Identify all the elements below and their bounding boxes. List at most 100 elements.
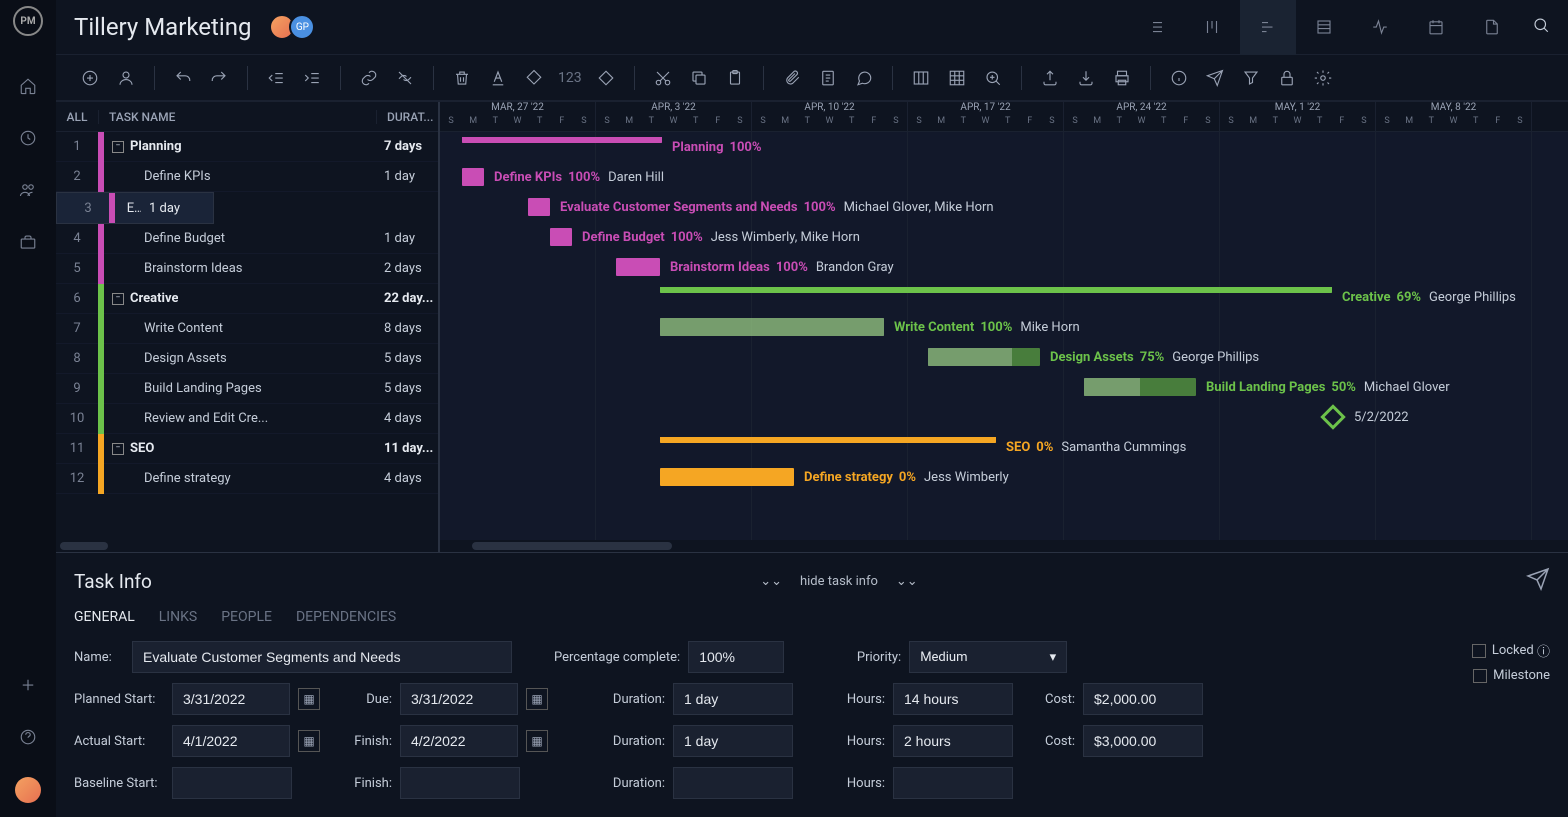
copy-icon[interactable] [683,62,715,94]
note-icon[interactable] [812,62,844,94]
send-icon[interactable] [1199,62,1231,94]
diamond-icon[interactable] [590,62,622,94]
zoom-icon[interactable] [977,62,1009,94]
text-color-icon[interactable] [482,62,514,94]
cost2-input[interactable] [1083,725,1203,757]
col-dur[interactable]: DURAT... [376,110,438,124]
help-icon[interactable] [16,725,40,749]
hours-input[interactable] [893,683,1013,715]
table-row[interactable]: 4Define Budget1 day [56,224,438,254]
priority-select[interactable]: Medium▾ [909,641,1067,673]
comment-icon[interactable] [848,62,880,94]
member-avatars[interactable]: GP [275,14,315,40]
table-row[interactable]: 9Build Landing Pages5 days [56,374,438,404]
user-avatar[interactable] [15,777,41,803]
trash-icon[interactable] [446,62,478,94]
info-icon[interactable] [1163,62,1195,94]
hours2-input[interactable] [893,725,1013,757]
gantt-bar[interactable] [462,168,484,186]
gantt-bar[interactable] [660,437,996,443]
view-list-icon[interactable] [1128,0,1184,55]
gantt-scrollbar[interactable] [440,540,1568,552]
gantt-bar[interactable] [528,198,550,216]
baseline-hours-input[interactable] [893,767,1013,799]
export-icon[interactable] [1034,62,1066,94]
table-row[interactable]: 2Define KPIs1 day [56,162,438,192]
table-row[interactable]: 8Design Assets5 days [56,344,438,374]
baseline-duration-input[interactable] [673,767,793,799]
table-row[interactable]: 11−SEO11 day... [56,434,438,464]
plus-icon[interactable] [16,673,40,697]
settings-icon[interactable] [1307,62,1339,94]
milestone-checkbox[interactable] [1473,669,1487,683]
table-row[interactable]: 7Write Content8 days [56,314,438,344]
table-row[interactable]: 10Review and Edit Cre...4 days [56,404,438,434]
table-row[interactable]: 1−Planning7 days [56,132,438,162]
gantt-bar[interactable] [928,348,1040,366]
gantt-bar[interactable] [462,137,662,143]
cost-input[interactable] [1083,683,1203,715]
indent-icon[interactable] [296,62,328,94]
tab-dependencies[interactable]: DEPENDENCIES [296,609,396,625]
list-scrollbar[interactable] [56,540,438,552]
people-icon[interactable] [16,178,40,202]
attach-icon[interactable] [776,62,808,94]
baseline-start-input[interactable] [172,767,292,799]
gantt-bar[interactable] [550,228,572,246]
link-icon[interactable] [353,62,385,94]
duration2-input[interactable] [673,725,793,757]
lock-icon[interactable] [1271,62,1303,94]
outdent-icon[interactable] [260,62,292,94]
calendar-icon[interactable]: ▦ [526,688,548,710]
app-logo[interactable]: PM [13,6,43,36]
baseline-finish-input[interactable] [400,767,520,799]
calendar-icon[interactable]: ▦ [298,688,320,710]
view-activity-icon[interactable] [1352,0,1408,55]
info-icon[interactable]: ⓘ [1537,641,1550,660]
hide-panel-button[interactable]: ⌄⌄ hide task info ⌄⌄ [760,574,918,589]
name-input[interactable] [132,641,512,673]
milestone-marker[interactable] [1320,404,1345,429]
home-icon[interactable] [16,74,40,98]
view-file-icon[interactable] [1464,0,1520,55]
tab-general[interactable]: GENERAL [74,609,135,625]
table-row[interactable]: 12Define strategy4 days [56,464,438,494]
planned-start-input[interactable] [172,683,290,715]
grid-icon[interactable] [941,62,973,94]
pct-input[interactable] [688,641,784,673]
avatar[interactable]: GP [289,14,315,40]
view-gantt-icon[interactable] [1240,0,1296,55]
add-icon[interactable] [74,62,106,94]
calendar-icon[interactable]: ▦ [298,730,320,752]
paste-icon[interactable] [719,62,751,94]
tag-icon[interactable] [518,62,550,94]
tab-links[interactable]: LINKS [159,609,197,625]
gantt-bar[interactable] [660,468,794,486]
duration-input[interactable] [673,683,793,715]
briefcase-icon[interactable] [16,230,40,254]
col-all[interactable]: ALL [56,110,98,124]
gantt-bar[interactable] [660,318,884,336]
table-row[interactable]: 5Brainstorm Ideas2 days [56,254,438,284]
import-icon[interactable] [1070,62,1102,94]
redo-icon[interactable] [203,62,235,94]
clock-icon[interactable] [16,126,40,150]
filter-icon[interactable] [1235,62,1267,94]
actual-start-input[interactable] [172,725,290,757]
finish-input[interactable] [400,725,518,757]
locked-checkbox[interactable] [1472,644,1486,658]
columns-icon[interactable] [905,62,937,94]
assign-icon[interactable] [110,62,142,94]
gantt-bar[interactable] [616,258,660,276]
undo-icon[interactable] [167,62,199,94]
send-icon[interactable] [1526,567,1550,595]
search-icon[interactable] [1532,16,1550,38]
col-name[interactable]: TASK NAME [98,110,376,124]
collapse-icon[interactable]: − [112,141,124,153]
print-icon[interactable] [1106,62,1138,94]
calendar-icon[interactable]: ▦ [526,730,548,752]
tab-people[interactable]: PEOPLE [221,609,272,625]
gantt-bar[interactable] [1084,378,1196,396]
view-calendar-icon[interactable] [1408,0,1464,55]
unlink-icon[interactable] [389,62,421,94]
